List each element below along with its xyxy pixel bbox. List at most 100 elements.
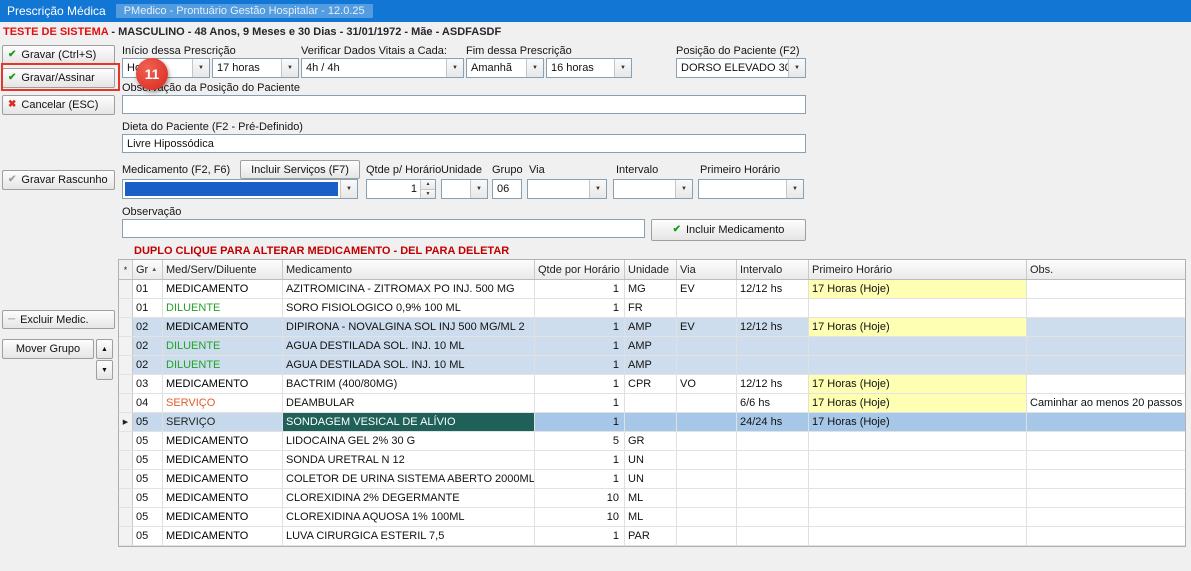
grid-cell-medicamento: AGUA DESTILADA SOL. INJ. 10 ML [283, 337, 535, 355]
selector-asterisk-icon: * [124, 265, 128, 275]
sort-asc-icon: ▲ [151, 267, 157, 273]
grid-cell-obs [1027, 337, 1185, 355]
grupo-input[interactable]: 06 [492, 179, 522, 199]
grid-row[interactable]: 05MEDICAMENTOLIDOCAINA GEL 2% 30 G5GR [119, 432, 1185, 451]
grid-cell-medicamento: CLOREXIDINA 2% DEGERMANTE [283, 489, 535, 507]
grid-column-obs[interactable]: Obs. [1027, 260, 1185, 279]
grid-cell-medicamento: CLOREXIDINA AQUOSA 1% 100ML [283, 508, 535, 526]
inicio-time-select[interactable]: 17 horas ▼ [212, 58, 299, 78]
grid-cell-medicamento: SORO FISIOLOGICO 0,9% 100 ML [283, 299, 535, 317]
incluir-servicos-button[interactable]: Incluir Serviços (F7) [240, 160, 360, 179]
grid-column-primeiro-horario[interactable]: Primeiro Horário [809, 260, 1027, 279]
grid-cell-sel [119, 299, 133, 317]
grid-cell-tipo: MEDICAMENTO [163, 451, 283, 469]
cancelar-button[interactable]: ✖ Cancelar (ESC) [2, 95, 115, 115]
grid-column-via[interactable]: Via [677, 260, 737, 279]
grid-column-gr[interactable]: Gr ▲ [133, 260, 163, 279]
grid-cell-obs [1027, 527, 1185, 545]
grid-row[interactable]: 01MEDICAMENTOAZITROMICINA - ZITROMAX PO … [119, 280, 1185, 299]
grid-cell-gr: 05 [133, 451, 163, 469]
grid-row[interactable]: 01DILUENTESORO FISIOLOGICO 0,9% 100 ML1F… [119, 299, 1185, 318]
qtde-stepper[interactable]: 1 ▲ ▼ [366, 179, 436, 199]
grid-cell-unidade: AMP [625, 318, 677, 336]
dieta-input[interactable]: Livre Hipossódica [122, 134, 806, 153]
mover-grupo-button[interactable]: Mover Grupo [2, 339, 94, 359]
grid-cell-unidade: GR [625, 432, 677, 450]
intervalo-label: Intervalo [616, 164, 658, 176]
grid-column-qtde[interactable]: Qtde por Horário [535, 260, 625, 279]
grid-cell-sel [119, 470, 133, 488]
fim-time-select[interactable]: 16 horas ▼ [546, 58, 632, 78]
grid-row[interactable]: 05MEDICAMENTOLUVA CIRURGICA ESTERIL 7,51… [119, 527, 1185, 546]
grid-cell-medicamento: LIDOCAINA GEL 2% 30 G [283, 432, 535, 450]
grid-cell-intervalo [737, 337, 809, 355]
grid-cell-primeiro-horario [809, 489, 1027, 507]
dropdown-arrow-icon: ▼ [340, 180, 357, 198]
select-value: 16 horas [547, 59, 614, 77]
grid-cell-via: EV [677, 318, 737, 336]
fim-day-select[interactable]: Amanhã ▼ [466, 58, 544, 78]
grid-row[interactable]: 05MEDICAMENTOCLOREXIDINA AQUOSA 1% 100ML… [119, 508, 1185, 527]
grid-row[interactable]: 05MEDICAMENTOCLOREXIDINA 2% DEGERMANTE10… [119, 489, 1185, 508]
prescription-window: Prescrição Médica PMedico - Prontuário G… [0, 0, 1191, 571]
grid-cell-qtde: 1 [535, 337, 625, 355]
grid-column-tipo[interactable]: Med/Serv/Diluente [163, 260, 283, 279]
incluir-medicamento-button[interactable]: ✔ Incluir Medicamento [651, 219, 806, 241]
primeiro-horario-select[interactable]: ▼ [698, 179, 804, 199]
grid-row[interactable]: 02MEDICAMENTODIPIRONA - NOVALGINA SOL IN… [119, 318, 1185, 337]
grid-selector-header: * [119, 260, 133, 279]
grid-row[interactable]: 03MEDICAMENTOBACTRIM (400/80MG)1CPRVO12/… [119, 375, 1185, 394]
unidade-select[interactable]: ▼ [441, 179, 488, 199]
grid-column-unidade[interactable]: Unidade [625, 260, 677, 279]
dropdown-arrow-icon: ▼ [788, 59, 805, 77]
prescription-grid: * Gr ▲ Med/Serv/Diluente Medicamento Qtd… [118, 259, 1186, 547]
grid-cell-tipo: MEDICAMENTO [163, 375, 283, 393]
gravar-rascunho-button[interactable]: ✔ Gravar Rascunho [2, 170, 115, 190]
spin-down-icon[interactable]: ▼ [421, 190, 435, 199]
grid-cell-qtde: 10 [535, 508, 625, 526]
patient-details: - MASCULINO - 48 Anos, 9 Meses e 30 Dias… [108, 26, 501, 38]
verificar-vitais-select[interactable]: 4h / 4h ▼ [301, 58, 464, 78]
grid-cell-medicamento: SONDA URETRAL N 12 [283, 451, 535, 469]
annotation-step-number: 11 [145, 66, 160, 82]
qtde-label: Qtde p/ Horário [366, 164, 441, 176]
grid-row[interactable]: 04SERVIÇODEAMBULAR16/6 hs17 Horas (Hoje)… [119, 394, 1185, 413]
observacao-label: Observação [122, 206, 181, 218]
grid-cell-tipo: MEDICAMENTO [163, 470, 283, 488]
grid-cell-unidade [625, 394, 677, 412]
grid-cell-tipo: MEDICAMENTO [163, 280, 283, 298]
mover-grupo-down-button[interactable]: ▼ [96, 360, 113, 380]
verificar-vitais-label: Verificar Dados Vitais a Cada: [301, 45, 447, 57]
via-select[interactable]: ▼ [527, 179, 607, 199]
posicao-paciente-select[interactable]: DORSO ELEVADO 30 G ▼ [676, 58, 806, 78]
grid-row[interactable]: 05MEDICAMENTOSONDA URETRAL N 121UN [119, 451, 1185, 470]
grid-cell-qtde: 1 [535, 470, 625, 488]
medicamento-select[interactable]: ▼ [122, 179, 358, 199]
gravar-button[interactable]: ✔ Gravar (Ctrl+S) [2, 45, 115, 65]
grid-cell-obs [1027, 470, 1185, 488]
grid-row[interactable]: 02DILUENTEAGUA DESTILADA SOL. INJ. 10 ML… [119, 337, 1185, 356]
grid-row[interactable]: ▶05SERVIÇOSONDAGEM VESICAL DE ALÍVIO124/… [119, 413, 1185, 432]
grid-cell-unidade: FR [625, 299, 677, 317]
grid-cell-sel [119, 451, 133, 469]
observacao-input[interactable] [122, 219, 645, 238]
dropdown-arrow-icon: ▼ [446, 59, 463, 77]
grid-cell-tipo: MEDICAMENTO [163, 527, 283, 545]
grid-cell-obs: Caminhar ao menos 20 passos [1027, 394, 1185, 412]
grid-column-intervalo[interactable]: Intervalo [737, 260, 809, 279]
column-label: Qtde por Horário [538, 264, 620, 276]
obs-posicao-input[interactable] [122, 95, 806, 114]
grid-cell-intervalo [737, 527, 809, 545]
grid-row[interactable]: 02DILUENTEAGUA DESTILADA SOL. INJ. 10 ML… [119, 356, 1185, 375]
grid-cell-intervalo: 12/12 hs [737, 280, 809, 298]
grid-body: 01MEDICAMENTOAZITROMICINA - ZITROMAX PO … [119, 280, 1185, 546]
grid-row[interactable]: 05MEDICAMENTOCOLETOR DE URINA SISTEMA AB… [119, 470, 1185, 489]
excluir-medicamento-button[interactable]: ─ Excluir Medic. [2, 310, 115, 329]
intervalo-select[interactable]: ▼ [613, 179, 693, 199]
grid-cell-sel [119, 318, 133, 336]
mover-grupo-up-button[interactable]: ▲ [96, 339, 113, 359]
column-label: Via [680, 264, 696, 276]
grid-cell-via [677, 527, 737, 545]
spin-up-icon[interactable]: ▲ [421, 180, 435, 190]
grid-column-medicamento[interactable]: Medicamento [283, 260, 535, 279]
